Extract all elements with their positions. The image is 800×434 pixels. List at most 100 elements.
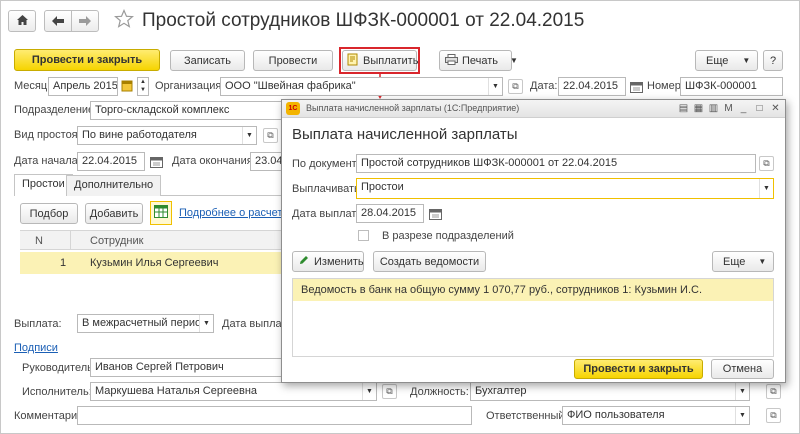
chevron-down-icon[interactable]: ▼ (735, 407, 749, 424)
help-button[interactable]: ? (763, 50, 783, 71)
chevron-down-icon: ▼ (758, 257, 767, 266)
executor-field[interactable]: Маркушева Наталья Сергеевна ▼ (90, 382, 377, 401)
table-row[interactable]: 1 Кузьмин Илья Сергеевич (20, 252, 282, 274)
chevron-down-icon[interactable]: ▼ (759, 179, 773, 198)
column-n: N (35, 235, 43, 247)
organization-field[interactable]: ООО "Швейная фабрика" ▼ (220, 77, 503, 96)
idle-type-field[interactable]: По вине работодателя ▼ (77, 126, 257, 145)
idle-type-value: По вине работодателя (82, 129, 197, 141)
calendar-icon[interactable]: ▥ (707, 102, 720, 115)
print-button-label: Печать (462, 54, 499, 67)
month-spinner[interactable]: ▲ ▼ (137, 77, 149, 96)
date-field[interactable]: 22.04.2015 (558, 77, 626, 96)
app-logo-icon: 1С (286, 102, 300, 115)
chevron-down-icon[interactable]: ▼ (199, 315, 213, 332)
table-header: N Сотрудник (20, 230, 282, 250)
minimize-icon[interactable]: _ (737, 102, 750, 115)
open-link-icon[interactable]: ⧉ (508, 79, 523, 94)
end-date-label: Дата окончания: (172, 155, 256, 167)
dialog-more-button[interactable]: Еще ▼ (712, 251, 774, 272)
department-field[interactable]: Торго-складской комплекс (90, 101, 282, 120)
payment-label: Выплата: (14, 318, 62, 330)
dialog-titlebar: 1С Выплата начисленной зарплаты (1С:Пред… (282, 100, 785, 118)
maximize-icon[interactable]: □ (753, 102, 766, 115)
start-date-field[interactable]: 22.04.2015 (77, 152, 145, 171)
signatures-link[interactable]: Подписи (14, 342, 58, 354)
month-label: Месяц: (14, 80, 51, 92)
dialog-post-and-close-button[interactable]: Провести и закрыть (574, 359, 703, 379)
more-button-label: Еще (706, 54, 729, 67)
idle-type-label: Вид простоя: (14, 129, 81, 141)
month-picker-icon[interactable] (121, 78, 133, 95)
open-link-icon[interactable]: ⧉ (382, 384, 397, 399)
head-field[interactable]: Иванов Сергей Петрович (90, 358, 282, 377)
dialog-window-title: Выплата начисленной зарплаты (1С:Предпри… (306, 103, 520, 113)
head-label: Руководитель: (22, 362, 96, 374)
tab-idle[interactable]: Простои (14, 174, 73, 196)
responsible-value: ФИО пользователя (567, 409, 665, 421)
edit-button-label: Изменить (314, 255, 364, 268)
favorite-star-icon[interactable] (113, 8, 135, 31)
dialog-more-label: Еще (723, 255, 746, 268)
executor-label: Исполнитель: (22, 386, 92, 398)
responsible-label: Ответственный: (486, 410, 568, 422)
open-link-icon[interactable]: ⧉ (766, 408, 781, 423)
dialog-heading: Выплата начисленной зарплаты (292, 126, 518, 143)
position-value: Бухгалтер (475, 385, 527, 397)
calendar-icon[interactable] (628, 78, 644, 95)
pay-kind-field[interactable]: Простои ▼ (356, 178, 774, 199)
page-title: Простой сотрудников ШФЗК-000001 от 22.04… (142, 10, 585, 31)
pay-date-field[interactable]: 28.04.2015 (356, 204, 424, 223)
chevron-down-icon[interactable]: ▼ (488, 78, 502, 95)
row-employee: Кузьмин Илья Сергеевич (90, 257, 219, 269)
open-link-icon[interactable]: ⧉ (766, 384, 781, 399)
chevron-down-icon: ▼ (742, 56, 751, 65)
open-link-icon[interactable]: ⧉ (759, 156, 774, 171)
arrow-right-icon (79, 14, 91, 29)
post-and-close-button[interactable]: Провести и закрыть (14, 49, 160, 71)
select-button[interactable]: Подбор (20, 203, 78, 224)
save-button[interactable]: Записать (170, 50, 245, 71)
forward-button[interactable] (71, 10, 99, 32)
chevron-down-icon[interactable]: ▼ (735, 383, 749, 400)
calendar-icon[interactable] (427, 205, 443, 222)
end-date-field[interactable]: 23.04. (250, 152, 282, 171)
create-statements-button[interactable]: Создать ведомости (373, 251, 486, 272)
document-field[interactable]: Простой сотрудников ШФЗК-000001 от 22.04… (356, 154, 756, 173)
memory-icon[interactable]: M (722, 102, 735, 115)
close-icon[interactable]: ✕ (769, 102, 782, 115)
by-department-checkbox[interactable] (358, 230, 369, 241)
back-button[interactable] (44, 10, 72, 32)
add-button[interactable]: Добавить (85, 203, 143, 224)
pay-button[interactable]: Выплатить (342, 50, 418, 71)
print-button[interactable]: Печать ▼ (439, 50, 518, 71)
month-field[interactable]: Апрель 2015 (48, 77, 118, 96)
position-field[interactable]: Бухгалтер ▼ (470, 382, 750, 401)
pay-kind-label: Выплачивать: (292, 183, 363, 195)
row-number: 1 (60, 257, 67, 269)
organization-value: ООО "Швейная фабрика" (225, 80, 356, 92)
dialog-cancel-button[interactable]: Отмена (711, 359, 774, 379)
more-button[interactable]: Еще ▼ (695, 50, 758, 71)
number-field[interactable]: ШФЗК-000001 (680, 77, 783, 96)
calculation-details-button[interactable] (150, 201, 172, 225)
chevron-down-icon[interactable]: ▼ (362, 383, 376, 400)
home-button[interactable] (8, 10, 36, 32)
printer-icon (445, 53, 458, 68)
document-label: По документу: (292, 158, 366, 170)
department-label: Подразделение: (14, 104, 98, 116)
payment-field[interactable]: В межрасчетный период ▼ (77, 314, 214, 333)
list-item[interactable]: Ведомость в банк на общую сумму 1 070,77… (293, 279, 773, 301)
favorites-icon[interactable]: ▤ (677, 102, 690, 115)
post-button[interactable]: Провести (253, 50, 333, 71)
calendar-icon[interactable] (148, 153, 164, 170)
edit-button[interactable]: Изменить (292, 251, 364, 272)
column-employee: Сотрудник (90, 235, 144, 247)
arrow-left-icon (52, 14, 64, 29)
tab-additional[interactable]: Дополнительно (66, 175, 162, 196)
calculator-icon[interactable]: ▦ (692, 102, 705, 115)
comment-field[interactable] (77, 406, 472, 425)
chevron-down-icon[interactable]: ▼ (242, 127, 256, 144)
open-link-icon[interactable]: ⧉ (263, 128, 278, 143)
responsible-field[interactable]: ФИО пользователя ▼ (562, 406, 750, 425)
